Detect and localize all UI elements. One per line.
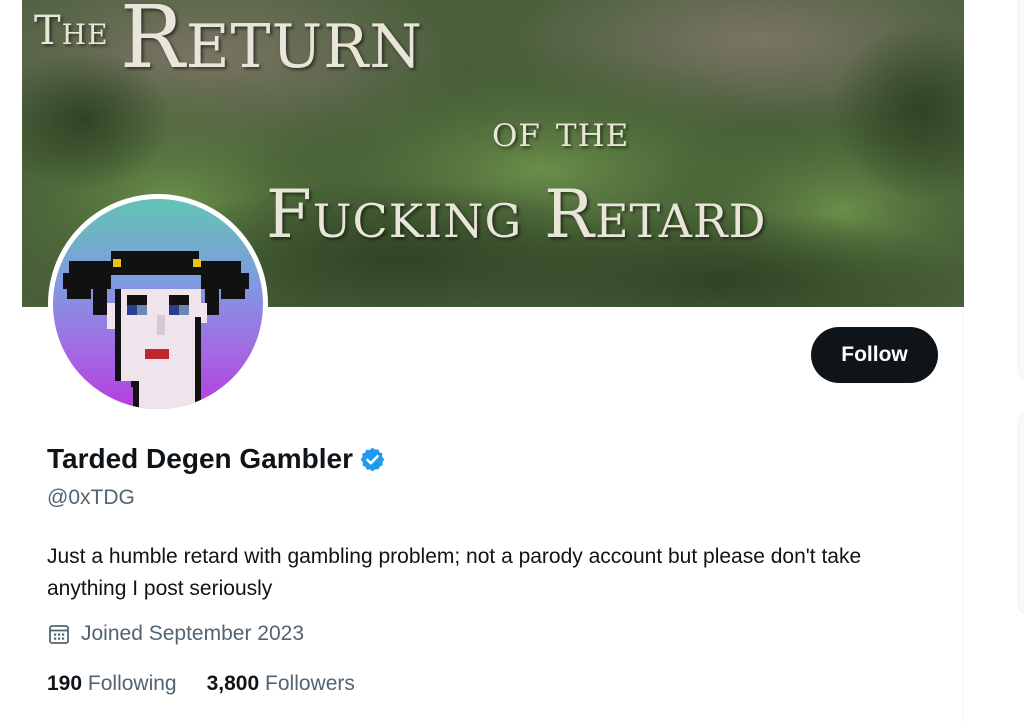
- profile-column: The Return of the Fucking Retard Follow …: [22, 0, 964, 722]
- verified-badge-icon[interactable]: [359, 446, 386, 473]
- pixel-punk-icon: [63, 251, 249, 409]
- avatar-pixel-punk-image: [53, 199, 263, 409]
- following-link[interactable]: 190 Following: [47, 672, 177, 696]
- banner-title-the: The: [34, 8, 109, 54]
- sidebar-card-bottom: [1017, 410, 1024, 616]
- avatar[interactable]: [48, 194, 268, 414]
- banner-title-main: Fucking Retard: [266, 176, 767, 253]
- calendar-icon: [47, 622, 71, 646]
- right-sidebar-edge: [965, 0, 1024, 722]
- user-handle: @0xTDG: [47, 486, 135, 509]
- follow-button[interactable]: Follow: [811, 327, 938, 383]
- user-bio: Just a humble retard with gambling probl…: [47, 545, 862, 600]
- display-name: Tarded Degen Gambler: [47, 443, 354, 474]
- banner-title-of-the: of the: [492, 106, 630, 157]
- sidebar-card-top: [1017, 0, 1024, 382]
- followers-count: 3,800: [206, 672, 260, 695]
- joined-date: Joined September 2023: [47, 622, 304, 646]
- followers-label: Followers: [265, 672, 355, 695]
- joined-date-text: Joined September 2023: [81, 622, 304, 645]
- left-gutter: [0, 0, 22, 722]
- follow-stats: 190 Following 3,800 Followers: [47, 672, 355, 696]
- followers-link[interactable]: 3,800 Followers: [207, 672, 355, 696]
- following-label: Following: [87, 672, 177, 695]
- display-name-row: Tarded Degen Gambler: [47, 443, 386, 475]
- banner-title-return: Return: [120, 0, 423, 88]
- following-count: 190: [47, 672, 83, 695]
